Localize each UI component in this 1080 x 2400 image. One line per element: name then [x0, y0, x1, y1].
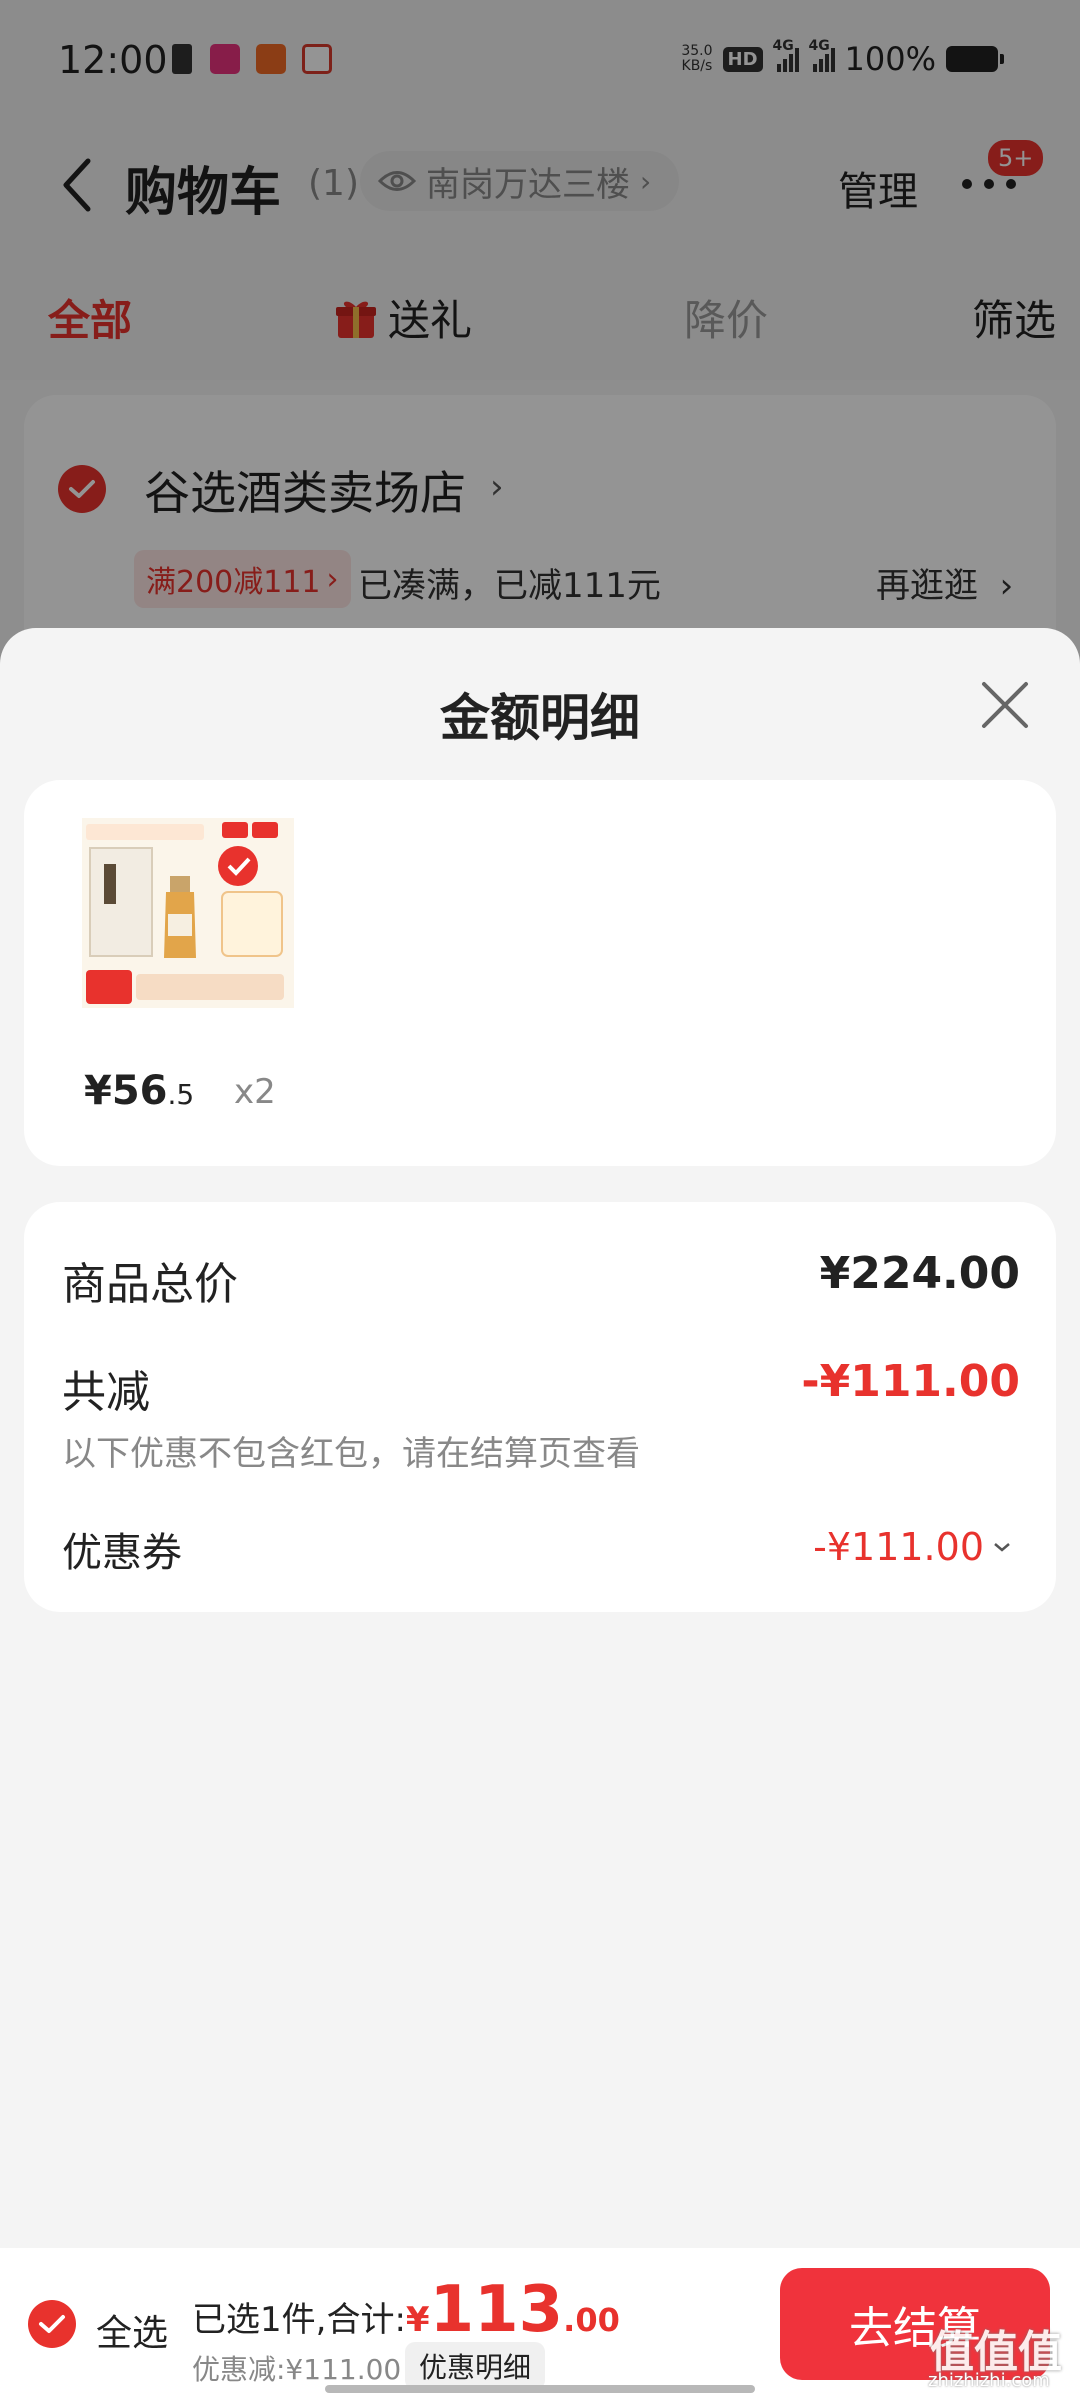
product-price: ¥56.5	[84, 1068, 195, 1114]
home-indicator[interactable]	[325, 2385, 755, 2393]
checkmark-icon	[39, 2315, 65, 2333]
discount-label: 共减	[62, 1367, 150, 1418]
total-summary: 已选1件,合计: ¥ 113 .00	[192, 2273, 620, 2347]
product-card: ¥56.5 x2	[24, 780, 1056, 1166]
coupon-value[interactable]: -¥111.00	[813, 1525, 1012, 1569]
price-summary-card: 商品总价 ¥224.00 共减 -¥111.00 以下优惠不包含红包，请在结算页…	[24, 1202, 1056, 1612]
select-all-checkbox[interactable]	[28, 2300, 76, 2348]
discount-summary: 优惠减:¥111.00	[192, 2353, 402, 2386]
price-detail-sheet: 金额明细 ¥56.5 x2 商品总价 ¥224.00 共减 -¥111.00 以…	[0, 628, 1080, 2248]
total-price-label: 商品总价	[62, 1259, 238, 1310]
product-quantity: x2	[234, 1072, 276, 1112]
sheet-title: 金额明细	[440, 689, 640, 747]
checkout-bar: 全选 已选1件,合计: ¥ 113 .00 优惠减:¥111.00 优惠明细 去…	[0, 2248, 1080, 2400]
coupon-label: 优惠券	[62, 1530, 182, 1576]
discount-detail-button[interactable]: 优惠明细	[405, 2342, 546, 2390]
chevron-down-icon	[994, 1543, 1010, 1552]
select-all-label[interactable]: 全选	[96, 2304, 168, 2356]
discount-note: 以下优惠不包含红包，请在结算页查看	[62, 1434, 640, 1474]
dim-overlay[interactable]	[0, 0, 1080, 700]
product-image[interactable]	[82, 818, 294, 1008]
total-amount: 113	[429, 2273, 564, 2347]
total-price-value: ¥224.00	[819, 1248, 1020, 1299]
close-icon[interactable]	[978, 678, 1032, 732]
watermark-site: zhizhizhi.com	[928, 2370, 1050, 2391]
discount-value: -¥111.00	[801, 1356, 1020, 1407]
